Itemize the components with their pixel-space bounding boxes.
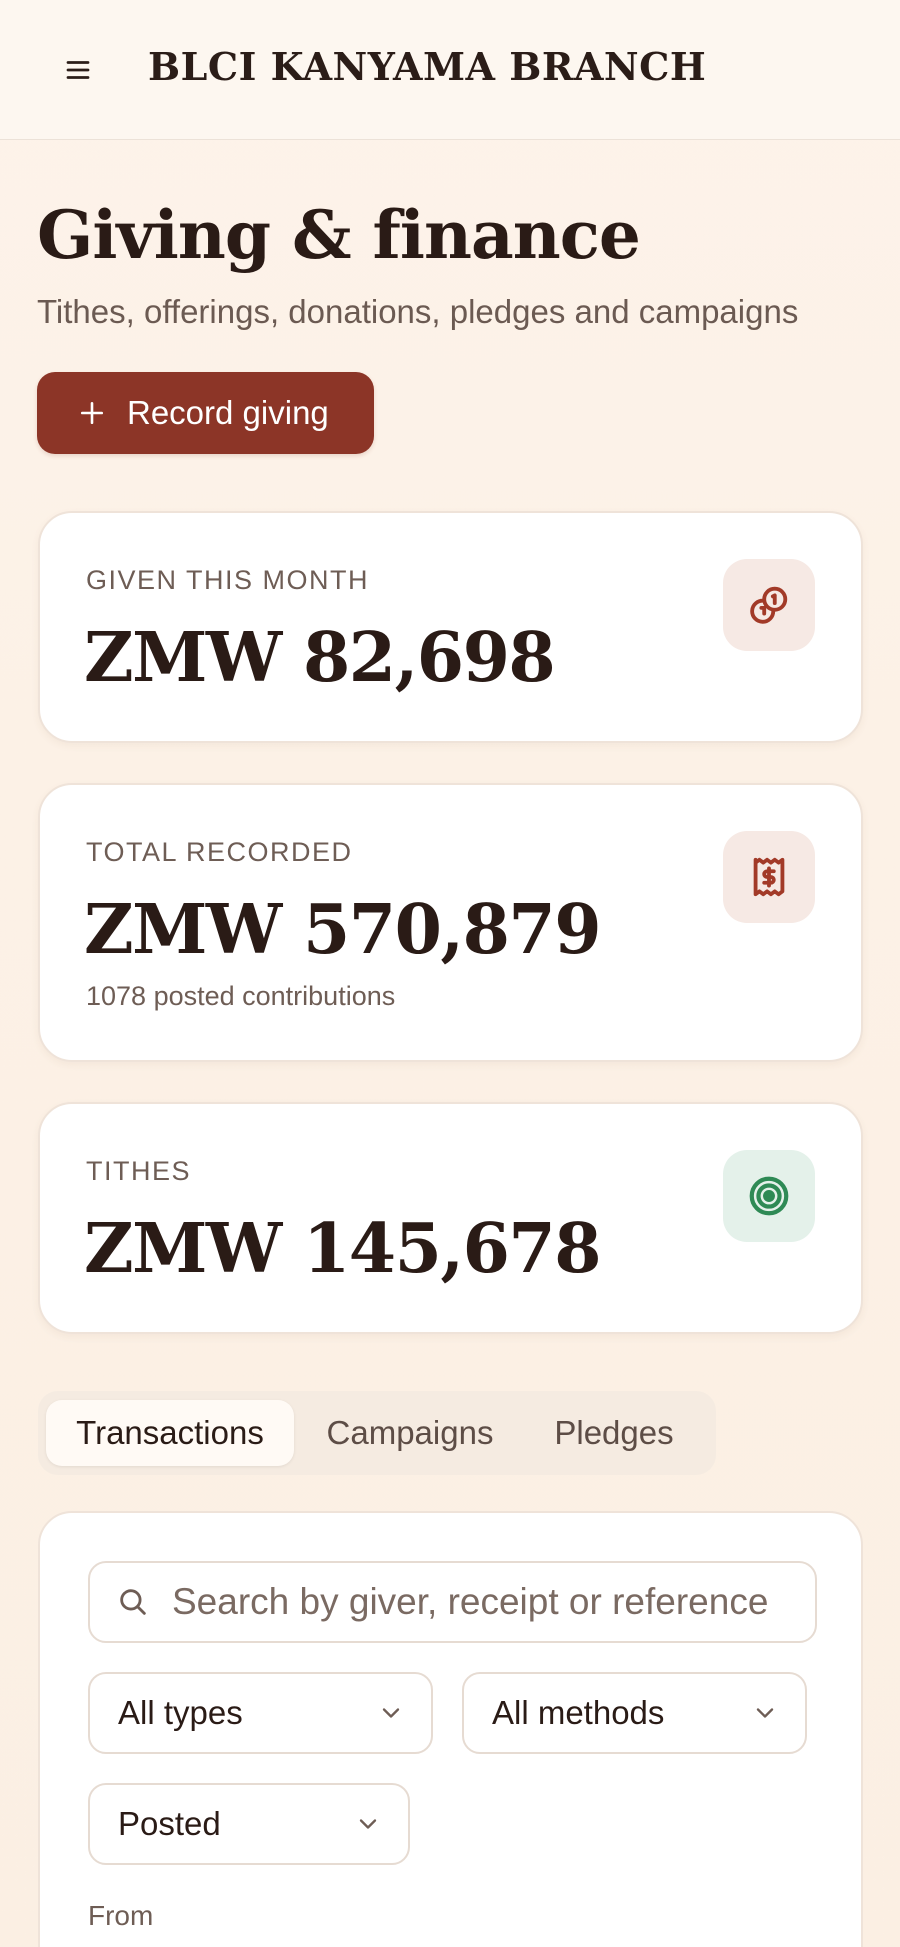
stat-card-given-this-month: GIVEN THIS MONTH ZMW 82,698	[38, 511, 863, 743]
stat-label: TOTAL RECORDED	[86, 837, 353, 867]
page-title: Giving & finance	[37, 196, 641, 274]
tab-campaigns[interactable]: Campaigns	[294, 1400, 526, 1466]
type-select-value: All types	[118, 1694, 243, 1731]
menu-button[interactable]	[56, 48, 100, 92]
stat-card-tithes: TITHES ZMW 145,678	[38, 1102, 863, 1334]
brand-title: BLCI KANYAMA BRANCH	[148, 44, 707, 89]
transactions-filter-panel: All types All methods Posted From	[38, 1511, 863, 1947]
hamburger-menu-icon	[66, 61, 90, 79]
receipt-icon-badge	[723, 831, 815, 923]
chevron-down-icon	[382, 1708, 400, 1718]
coins-icon-badge	[723, 559, 815, 651]
search-input[interactable]	[172, 1581, 792, 1623]
plus-icon	[80, 401, 104, 425]
from-date-label: From	[88, 1900, 154, 1931]
chevron-down-icon	[359, 1819, 377, 1829]
chevron-down-icon	[756, 1708, 774, 1718]
target-icon-badge	[723, 1150, 815, 1242]
target-icon	[749, 1176, 789, 1216]
search-icon	[120, 1589, 146, 1615]
stat-card-total-recorded: TOTAL RECORDED ZMW 570,879 1078 posted c…	[38, 783, 863, 1062]
record-giving-button[interactable]: Record giving	[37, 372, 374, 454]
method-select[interactable]: All methods	[462, 1672, 807, 1754]
coins-icon	[750, 586, 788, 624]
status-select-value: Posted	[118, 1805, 221, 1842]
receipt-icon	[753, 857, 785, 897]
stat-value: ZMW 82,698	[84, 618, 556, 698]
top-bar: BLCI KANYAMA BRANCH	[0, 0, 900, 140]
tab-transactions[interactable]: Transactions	[46, 1400, 294, 1466]
finance-tabs: Transactions Campaigns Pledges	[38, 1391, 716, 1475]
stat-value: ZMW 570,879	[84, 890, 602, 970]
tab-pledges[interactable]: Pledges	[526, 1400, 702, 1466]
stat-note: 1078 posted contributions	[86, 981, 396, 1011]
status-select[interactable]: Posted	[88, 1783, 410, 1865]
stat-value: ZMW 145,678	[84, 1209, 602, 1289]
search-box[interactable]	[88, 1561, 817, 1643]
method-select-value: All methods	[492, 1694, 665, 1731]
stat-label: GIVEN THIS MONTH	[86, 565, 370, 595]
stat-label: TITHES	[86, 1156, 192, 1186]
type-select[interactable]: All types	[88, 1672, 433, 1754]
page-subtitle: Tithes, offerings, donations, pledges an…	[37, 293, 799, 330]
record-giving-label: Record giving	[127, 394, 329, 431]
